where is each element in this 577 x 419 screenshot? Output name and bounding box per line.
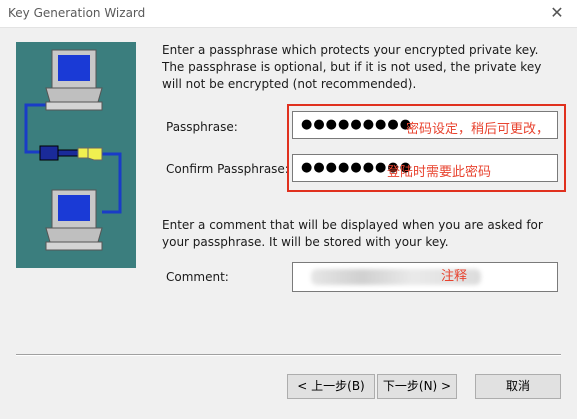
confirm-passphrase-label: Confirm Passphrase: (166, 162, 289, 176)
title-bar: Key Generation Wizard ✕ (0, 0, 577, 27)
annotation-highlight-box (287, 104, 566, 192)
title-divider (0, 27, 577, 28)
passphrase-label: Passphrase: (166, 120, 238, 134)
comment-input[interactable]: 注释 (292, 262, 558, 292)
comment-annotation: 注释 (441, 269, 468, 284)
comment-instructions: Enter a comment that will be displayed w… (162, 218, 543, 249)
back-button[interactable]: < 上一步(B) (287, 374, 375, 399)
wizard-illustration (16, 42, 136, 268)
passphrase-instructions: Enter a passphrase which protects your e… (162, 43, 542, 91)
close-button[interactable]: ✕ (545, 2, 569, 24)
window-title: Key Generation Wizard (8, 6, 146, 20)
next-button[interactable]: 下一步(N) > (377, 374, 457, 399)
cancel-button[interactable]: 取消 (475, 374, 561, 399)
key-icon (39, 145, 103, 161)
computers-key-illustration (24, 49, 122, 251)
key-generation-wizard-window: Key Generation Wizard ✕ Enter a passphra… (0, 0, 577, 419)
computer-icon (45, 189, 103, 251)
button-separator (16, 354, 561, 356)
computer-icon (45, 49, 103, 111)
comment-label: Comment: (166, 270, 229, 284)
